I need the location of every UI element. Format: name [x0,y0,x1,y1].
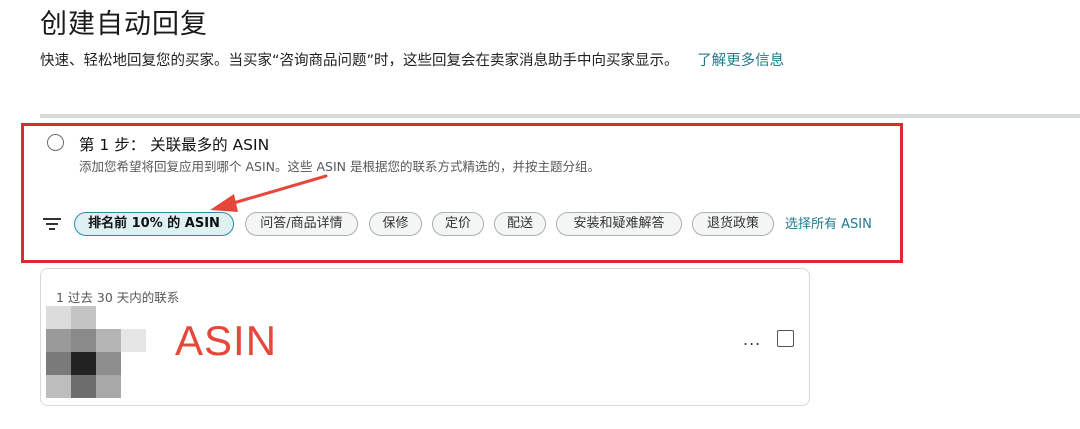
product-thumbnail [46,306,146,398]
step-description: 添加您希望将回复应用到哪个 ASIN。这些 ASIN 是根据您的联系方式精选的，… [79,159,600,174]
filter-chip-return-policy[interactable]: 退货政策 [692,212,774,236]
select-all-asin-link[interactable]: 选择所有 ASIN [785,213,872,232]
step-progress-divider [40,114,1080,118]
filter-icon[interactable] [42,216,62,232]
contact-count: 1 过去 30 天内的联系 [56,290,180,305]
asin-label: ASIN [175,317,278,364]
learn-more-link[interactable]: 了解更多信息 [697,53,784,69]
page-subtitle-row: 快速、轻松地回复您的买家。当买家“咨询商品问题”时，这些回复会在卖家消息助手中向… [40,49,784,70]
filter-chip-pricing[interactable]: 定价 [432,212,484,236]
filter-chip-shipping[interactable]: 配送 [494,212,546,236]
annotation-arrow-icon [210,174,328,212]
filter-chip-install-troubleshoot[interactable]: 安装和疑难解答 [556,212,682,236]
step-title: 第 1 步： 关联最多的 ASIN [79,136,270,154]
page-subtitle: 快速、轻松地回复您的买家。当买家“咨询商品问题”时，这些回复会在卖家消息助手中向… [40,53,679,69]
page-title: 创建自动回复 [40,9,208,40]
radio-icon[interactable] [47,134,64,151]
filter-chip-warranty[interactable]: 保修 [369,212,422,236]
more-options-icon[interactable]: ... [743,330,761,349]
asin-select-checkbox[interactable] [777,330,794,347]
